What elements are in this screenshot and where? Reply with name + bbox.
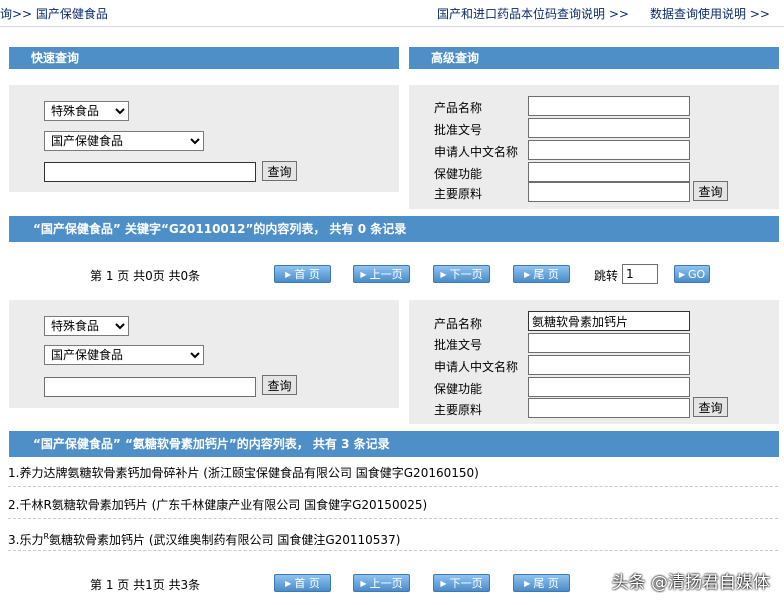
applicant-name-label: 申请人中文名称 bbox=[434, 145, 519, 159]
main-ingredient-label: 主要原料 bbox=[434, 403, 483, 417]
top-bar: 询>> 国产保健食品 国产和进口药品本位码查询说明 >> 数据查询使用说明 >> bbox=[0, 0, 784, 26]
advanced-query-button[interactable]: 查询 bbox=[693, 397, 728, 417]
arrow-right-icon: ▶ bbox=[285, 578, 292, 588]
result-item-text[interactable]: 氨糖软骨素加钙片 (武汉维奥制药有限公司 国食健注G20110537) bbox=[49, 533, 400, 547]
quick-query-header: 快速查询 bbox=[9, 47, 399, 69]
category-select[interactable]: 特殊食品 bbox=[44, 101, 129, 121]
main-ingredient-input[interactable] bbox=[528, 398, 690, 418]
result-item-text[interactable]: 1.养力达牌氨糖软骨素钙加骨碎补片 (浙江颐宝保健食品有限公司 国食健字G201… bbox=[8, 466, 479, 480]
applicant-name-input[interactable] bbox=[528, 140, 690, 160]
advanced-query-panel: 产品名称 批准文号 申请人中文名称 保健功能 主要原料 查询 bbox=[409, 85, 779, 209]
health-function-label: 保健功能 bbox=[434, 382, 483, 396]
quick-query-button[interactable]: 查询 bbox=[262, 375, 297, 395]
top-divider bbox=[0, 26, 784, 27]
result-header-text: “国产保健食品” 关键字“G20110012”的内容列表， 共有 0 条记录 bbox=[33, 222, 407, 236]
health-function-input[interactable] bbox=[528, 162, 690, 182]
arrow-right-icon: ▶ bbox=[678, 269, 685, 279]
result-header: “国产保健食品” 关键字“G20110012”的内容列表， 共有 0 条记录 bbox=[9, 216, 779, 242]
data-query-help-link[interactable]: 数据查询使用说明 >> bbox=[650, 5, 770, 22]
advanced-query-header: 高级查询 bbox=[409, 47, 779, 69]
barcode-help-link[interactable]: 国产和进口药品本位码查询说明 >> bbox=[437, 5, 629, 22]
applicant-name-input[interactable] bbox=[528, 355, 690, 375]
prev-page-button[interactable]: ▶ 上一页 bbox=[353, 265, 410, 283]
last-page-button[interactable]: ▶ 尾 页 bbox=[513, 265, 570, 283]
main-ingredient-input[interactable] bbox=[528, 182, 690, 202]
jump-label: 跳转 bbox=[594, 269, 619, 283]
product-name-label: 产品名称 bbox=[434, 317, 483, 331]
product-name-label: 产品名称 bbox=[434, 101, 483, 115]
arrow-right-icon: ▶ bbox=[285, 269, 292, 279]
arrow-right-icon: ▶ bbox=[360, 578, 367, 588]
last-page-button[interactable]: ▶ 尾 页 bbox=[513, 574, 570, 592]
page-info: 第 1 页 共1页 共3条 bbox=[90, 578, 201, 592]
next-page-button[interactable]: ▶ 下一页 bbox=[433, 265, 490, 283]
result-item[interactable]: 1.养力达牌氨糖软骨素钙加骨碎补片 (浙江颐宝保健食品有限公司 国食健字G201… bbox=[8, 460, 778, 487]
quick-query-panel: 特殊食品 国产保健食品 查询 bbox=[9, 300, 399, 408]
result-header-text: “国产保健食品” “氨糖软骨素加钙片”的内容列表， 共有 3 条记录 bbox=[33, 437, 390, 451]
first-page-button[interactable]: ▶ 首 页 bbox=[274, 265, 331, 283]
product-name-input[interactable] bbox=[528, 311, 690, 331]
go-button[interactable]: ▶ GO bbox=[674, 265, 710, 283]
result-item[interactable]: 3.乐力R氨糖软骨素加钙片 (武汉维奥制药有限公司 国食健注G20110537) bbox=[8, 524, 778, 551]
approval-number-input[interactable] bbox=[528, 118, 690, 138]
result-item-text[interactable]: 3.乐力 bbox=[8, 533, 43, 547]
category-select[interactable]: 特殊食品 bbox=[44, 316, 129, 336]
quick-query-panel: 特殊食品 国产保健食品 查询 bbox=[9, 85, 399, 192]
first-page-button[interactable]: ▶ 首 页 bbox=[274, 574, 331, 592]
quick-query-button[interactable]: 查询 bbox=[262, 161, 297, 181]
breadcrumb: 询>> 国产保健食品 bbox=[0, 7, 108, 21]
arrow-right-icon: ▶ bbox=[440, 269, 447, 279]
health-function-input[interactable] bbox=[528, 377, 690, 397]
result-item[interactable]: 2.千林R氨糖软骨素加钙片 (广东千林健康产业有限公司 国食健字G2015002… bbox=[8, 492, 778, 519]
approval-number-input[interactable] bbox=[528, 333, 690, 353]
advanced-query-panel: 产品名称 批准文号 申请人中文名称 保健功能 主要原料 查询 bbox=[409, 300, 779, 424]
keyword-input[interactable] bbox=[44, 377, 256, 397]
advanced-query-button[interactable]: 查询 bbox=[693, 181, 728, 201]
arrow-right-icon: ▶ bbox=[440, 578, 447, 588]
jump-page-input[interactable] bbox=[622, 264, 658, 284]
result-header: “国产保健食品” “氨糖软骨素加钙片”的内容列表， 共有 3 条记录 bbox=[9, 431, 779, 457]
arrow-right-icon: ▶ bbox=[524, 269, 531, 279]
arrow-right-icon: ▶ bbox=[524, 578, 531, 588]
pagination: 第 1 页 共0页 共0条 ▶首 页 ▶上一页 ▶下一页 ▶尾 页 跳转 ▶GO bbox=[0, 263, 784, 285]
applicant-name-label: 申请人中文名称 bbox=[434, 360, 519, 374]
watermark: 头条 @清扬君自媒体 bbox=[611, 573, 770, 593]
next-page-button[interactable]: ▶ 下一页 bbox=[433, 574, 490, 592]
page-info: 第 1 页 共0页 共0条 bbox=[90, 269, 201, 283]
subcategory-select[interactable]: 国产保健食品 bbox=[44, 131, 204, 151]
arrow-right-icon: ▶ bbox=[360, 269, 367, 279]
prev-page-button[interactable]: ▶ 上一页 bbox=[353, 574, 410, 592]
keyword-input[interactable] bbox=[44, 162, 256, 182]
subcategory-select[interactable]: 国产保健食品 bbox=[44, 345, 204, 365]
quick-query-title: 快速查询 bbox=[31, 51, 80, 65]
advanced-query-title: 高级查询 bbox=[431, 51, 480, 65]
main-ingredient-label: 主要原料 bbox=[434, 187, 483, 201]
product-name-input[interactable] bbox=[528, 96, 690, 116]
approval-number-label: 批准文号 bbox=[434, 123, 483, 137]
result-item-text[interactable]: 2.千林R氨糖软骨素加钙片 (广东千林健康产业有限公司 国食健字G2015002… bbox=[8, 498, 427, 512]
approval-number-label: 批准文号 bbox=[434, 338, 483, 352]
health-function-label: 保健功能 bbox=[434, 167, 483, 181]
